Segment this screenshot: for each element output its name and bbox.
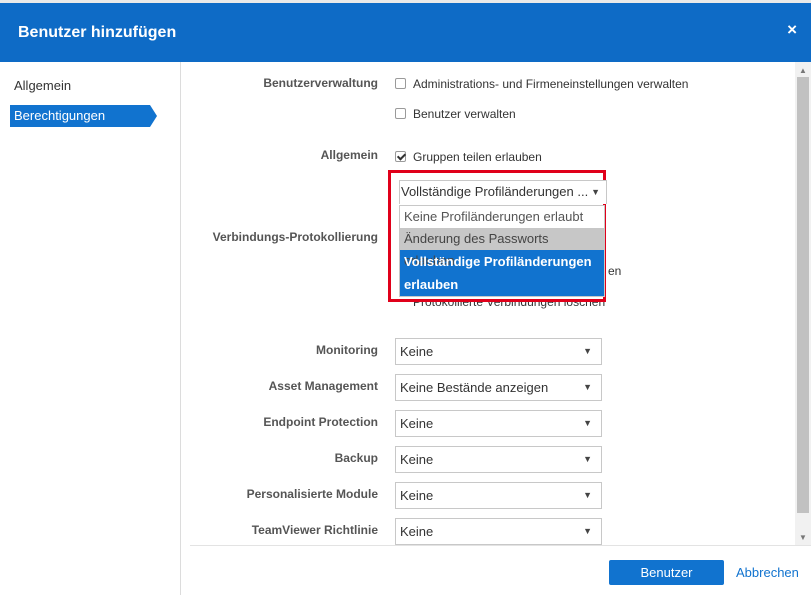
select-endpoint-protection[interactable]: Keine ▼ xyxy=(395,410,602,437)
checkbox[interactable] xyxy=(395,108,406,119)
select-value: Keine xyxy=(400,416,434,431)
select-value: Keine xyxy=(400,524,434,539)
section-label-benutzerverwaltung: Benutzerverwaltung xyxy=(263,76,378,90)
dialog-title: Benutzer hinzufügen xyxy=(18,24,177,41)
select-teamviewer-richtlinie[interactable]: Keine ▼ xyxy=(395,518,602,545)
sidebar-item-berechtigungen[interactable]: Berechtigungen xyxy=(10,105,157,127)
select-backup[interactable]: Keine ▼ xyxy=(395,446,602,473)
checkbox-label: Benutzer verwalten xyxy=(413,107,516,121)
cancel-link[interactable]: Abbrechen xyxy=(736,560,799,585)
chevron-down-icon: ▼ xyxy=(583,454,592,464)
label-endpoint-protection: Endpoint Protection xyxy=(263,415,378,429)
scrollbar[interactable]: ▲ ▼ xyxy=(795,62,811,545)
permissions-panel: Benutzerverwaltung Administrations- und … xyxy=(190,62,795,545)
add-user-button[interactable]: Benutzer hinzufügen xyxy=(609,560,724,595)
select-value: Vollständige Profiländerungen ... xyxy=(401,184,589,199)
close-icon[interactable]: × xyxy=(787,21,797,38)
checkbox-checked[interactable] xyxy=(395,151,406,162)
label-teamviewer-richtlinie: TeamViewer Richtlinie xyxy=(251,523,378,537)
label-personalisierte-module: Personalisierte Module xyxy=(246,487,378,501)
chevron-down-icon: ▼ xyxy=(583,346,592,356)
checkbox[interactable] xyxy=(395,78,406,89)
profile-select[interactable]: Vollständige Profiländerungen ... ▼ xyxy=(399,180,607,204)
label-monitoring: Monitoring xyxy=(316,343,378,357)
label-asset-management: Asset Management xyxy=(268,379,378,393)
dialog-footer: Benutzer hinzufügen Abbrechen xyxy=(190,545,811,595)
scrollbar-thumb[interactable] xyxy=(797,77,809,513)
select-value: Keine xyxy=(400,344,434,359)
chevron-down-icon: ▼ xyxy=(583,526,592,536)
chevron-down-icon: ▼ xyxy=(583,418,592,428)
select-value: Keine xyxy=(400,488,434,503)
dropdown-option-hovered[interactable]: Änderung des Passworts erlauben xyxy=(400,228,604,268)
checkbox-label: Administrations- und Firmeneinstellungen… xyxy=(413,77,689,91)
partially-hidden-text: en xyxy=(608,264,622,278)
dropdown-option-selected[interactable]: Vollständige Profiländerungen erlauben xyxy=(400,250,604,296)
label-backup: Backup xyxy=(334,451,378,465)
scroll-down-icon[interactable]: ▼ xyxy=(799,533,807,542)
checkbox-row-admin-settings[interactable]: Administrations- und Firmeneinstellungen… xyxy=(395,76,688,92)
dropdown-option[interactable]: Keine Profiländerungen erlaubt xyxy=(400,206,604,228)
sidebar-item-allgemein[interactable]: Allgemein xyxy=(10,75,150,97)
add-user-dialog: Benutzer hinzufügen × Allgemein Berechti… xyxy=(0,3,811,595)
section-label-allgemein: Allgemein xyxy=(320,148,378,162)
chevron-down-icon: ▼ xyxy=(583,490,592,500)
profile-dropdown-highlight: Vollständige Profiländerungen ... ▼ Keine… xyxy=(388,170,607,302)
chevron-down-icon: ▼ xyxy=(583,382,592,392)
dialog-header: Benutzer hinzufügen × xyxy=(0,3,811,62)
select-monitoring[interactable]: Keine ▼ xyxy=(395,338,602,365)
checkbox-row-share-groups[interactable]: Gruppen teilen erlauben xyxy=(395,149,542,165)
scroll-up-icon[interactable]: ▲ xyxy=(799,66,807,75)
select-value: Keine xyxy=(400,452,434,467)
chevron-down-icon: ▼ xyxy=(591,187,600,197)
section-label-verbindungs-protokollierung: Verbindungs-Protokollierung xyxy=(212,230,378,244)
select-value: Keine Bestände anzeigen xyxy=(400,380,549,395)
checkbox-row-manage-users[interactable]: Benutzer verwalten xyxy=(395,106,516,122)
select-asset-management[interactable]: Keine Bestände anzeigen ▼ xyxy=(395,374,602,401)
profile-options-list: Keine Profiländerungen erlaubt Änderung … xyxy=(399,205,605,297)
sidebar: Allgemein Berechtigungen xyxy=(0,62,181,595)
checkbox-label: Gruppen teilen erlauben xyxy=(413,150,542,164)
select-personalisierte-module[interactable]: Keine ▼ xyxy=(395,482,602,509)
